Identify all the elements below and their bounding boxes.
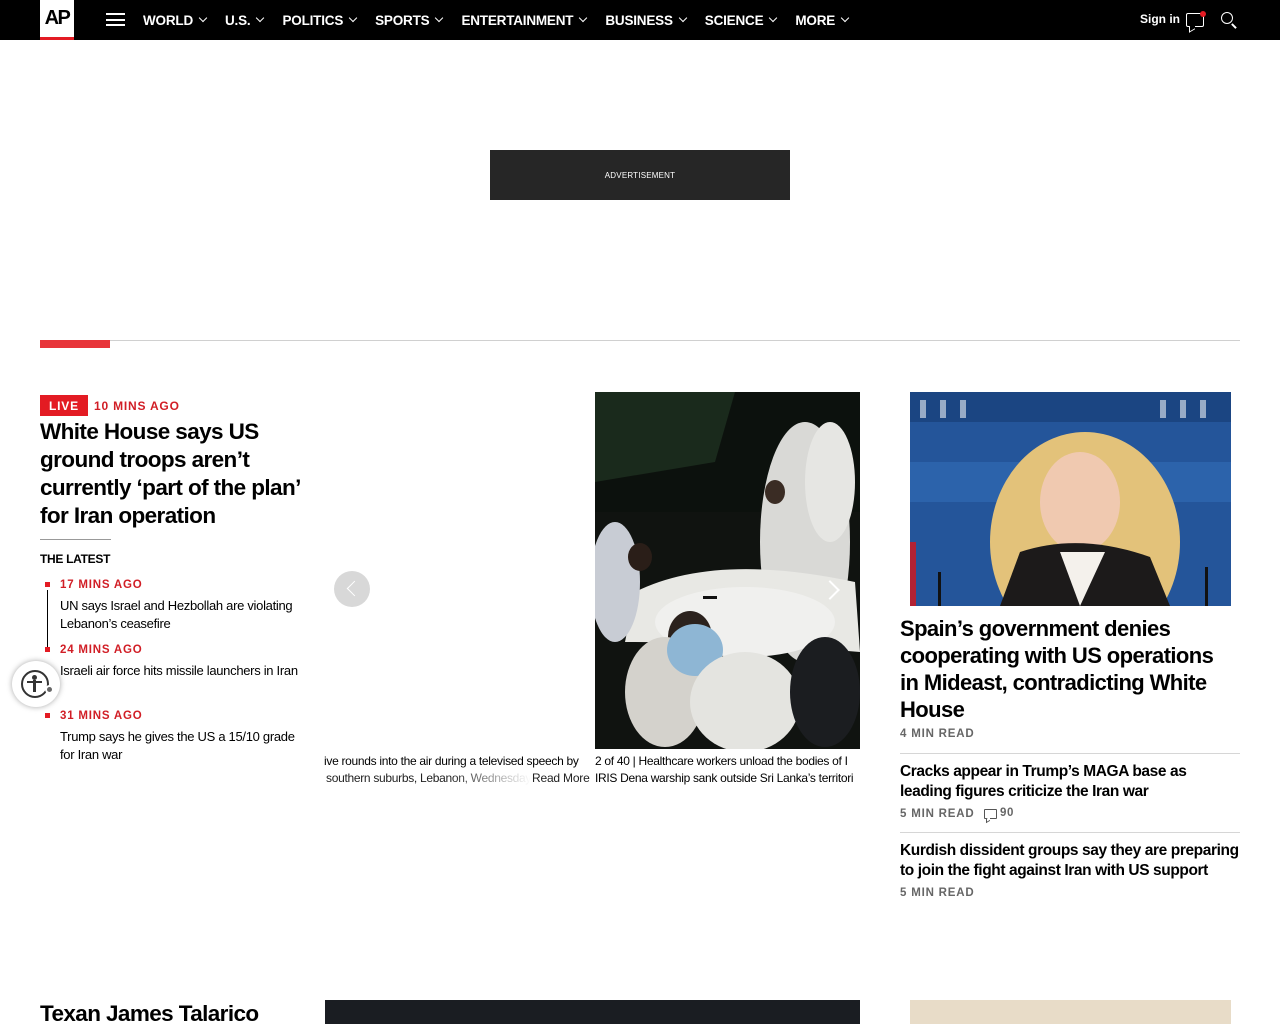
timeline-dot bbox=[45, 713, 50, 718]
nav-item-label: SPORTS bbox=[375, 12, 430, 28]
menu-icon[interactable] bbox=[106, 13, 125, 26]
press-secretary-photo bbox=[910, 392, 1231, 606]
chevron-down-icon bbox=[579, 13, 588, 23]
timeline-item[interactable]: UN says Israel and Hezbollah are violati… bbox=[60, 597, 305, 633]
section-divider bbox=[40, 340, 1240, 341]
right-main-headline[interactable]: Spain’s government denies cooperating wi… bbox=[900, 615, 1235, 723]
story-divider bbox=[900, 832, 1240, 833]
sign-in-link[interactable]: Sign in bbox=[1140, 12, 1180, 26]
nav-item-label: U.S. bbox=[225, 12, 251, 28]
chevron-down-icon bbox=[435, 13, 444, 23]
accessibility-button[interactable] bbox=[12, 661, 60, 707]
nav-item-politics[interactable]: POLITICS bbox=[282, 12, 358, 28]
read-time: 5 MIN READ bbox=[900, 808, 975, 820]
nav-item-science[interactable]: SCIENCE bbox=[704, 12, 778, 28]
nav-item-sports[interactable]: SPORTS bbox=[375, 12, 444, 28]
bottom-story-photo[interactable] bbox=[325, 1000, 860, 1024]
chevron-down-icon bbox=[840, 13, 850, 23]
nav-item-business[interactable]: BUSINESS bbox=[605, 12, 688, 28]
read-more-link[interactable]: Read More bbox=[532, 771, 590, 785]
chevron-down-icon bbox=[678, 13, 688, 23]
headline-rule bbox=[40, 539, 111, 540]
nav-item-label: POLITICS bbox=[282, 12, 344, 28]
chevron-down-icon bbox=[256, 13, 265, 23]
healthcare-workers-photo bbox=[595, 392, 860, 749]
timeline-item[interactable]: Trump says he gives the US a 15/10 grade… bbox=[60, 728, 305, 764]
chevron-down-icon bbox=[198, 13, 208, 23]
nav-item-entertainment[interactable]: ENTERTAINMENT bbox=[461, 12, 588, 28]
section-divider-accent bbox=[40, 340, 110, 348]
timeline-line bbox=[47, 590, 48, 648]
nav-item-label: WORLD bbox=[143, 12, 193, 28]
bottom-story-headline[interactable]: Texan James Talarico bbox=[40, 1000, 259, 1024]
side-story-headline[interactable]: Kurdish dissident groups say they are pr… bbox=[900, 841, 1240, 881]
comment-count[interactable]: 90 bbox=[1000, 807, 1014, 819]
top-nav-bar: AP WORLD U.S. POLITICS SPORTS ENTERTAINM… bbox=[0, 0, 1280, 40]
chevron-down-icon bbox=[348, 13, 358, 23]
nav-item-label: BUSINESS bbox=[605, 12, 673, 28]
carousel-prev-button[interactable] bbox=[334, 571, 370, 607]
carousel-next-button[interactable] bbox=[820, 575, 844, 605]
nav-item-label: ENTERTAINMENT bbox=[461, 12, 574, 28]
search-icon[interactable] bbox=[1221, 12, 1237, 29]
advertisement-banner[interactable]: ADVERTISEMENT bbox=[490, 150, 790, 200]
ad-label: ADVERTISEMENT bbox=[604, 170, 676, 180]
nav-item-us[interactable]: U.S. bbox=[225, 12, 265, 28]
prev-photo-caption: southern suburbs, Lebanon, Wednesday bbox=[326, 771, 531, 785]
notification-dot bbox=[1200, 11, 1206, 17]
nav-item-label: MORE bbox=[795, 12, 836, 28]
read-time: 4 MIN READ bbox=[900, 728, 975, 740]
timeline-dot bbox=[45, 582, 50, 587]
main-nav: WORLD U.S. POLITICS SPORTS ENTERTAINMENT… bbox=[143, 0, 867, 40]
the-latest-label: THE LATEST bbox=[40, 552, 111, 566]
timeline-dot bbox=[45, 647, 50, 652]
gear-icon bbox=[45, 685, 54, 694]
photo-caption: 2 of 40 | Healthcare workers unload the … bbox=[595, 754, 848, 768]
bottom-story-photo[interactable] bbox=[910, 1000, 1231, 1024]
chevron-down-icon bbox=[769, 13, 778, 23]
live-badge: LIVE bbox=[40, 395, 88, 416]
lead-headline[interactable]: White House says US ground troops aren’t… bbox=[40, 418, 305, 530]
photo-caption: IRIS Dena warship sank outside Sri Lanka… bbox=[595, 771, 854, 785]
timeline-time: 17 MINS AGO bbox=[60, 579, 143, 591]
carousel-photo[interactable] bbox=[595, 392, 860, 749]
story-divider bbox=[900, 753, 1240, 754]
nav-item-more[interactable]: MORE bbox=[795, 12, 850, 28]
ap-logo[interactable]: AP bbox=[40, 0, 74, 40]
lead-timestamp: 10 MINS AGO bbox=[94, 399, 180, 413]
prev-photo-caption: ive rounds into the air during a televis… bbox=[324, 754, 579, 768]
read-time: 5 MIN READ bbox=[900, 887, 975, 899]
nav-item-label: SCIENCE bbox=[704, 12, 764, 28]
timeline-time: 24 MINS AGO bbox=[60, 644, 143, 656]
comment-icon[interactable] bbox=[984, 809, 997, 819]
side-story-headline[interactable]: Cracks appear in Trump’s MAGA base as le… bbox=[900, 762, 1240, 802]
nav-item-world[interactable]: WORLD bbox=[143, 12, 208, 28]
timeline-time: 31 MINS AGO bbox=[60, 710, 143, 722]
timeline-item[interactable]: Israeli air force hits missile launchers… bbox=[60, 662, 305, 680]
press-briefing-photo[interactable] bbox=[910, 392, 1231, 606]
